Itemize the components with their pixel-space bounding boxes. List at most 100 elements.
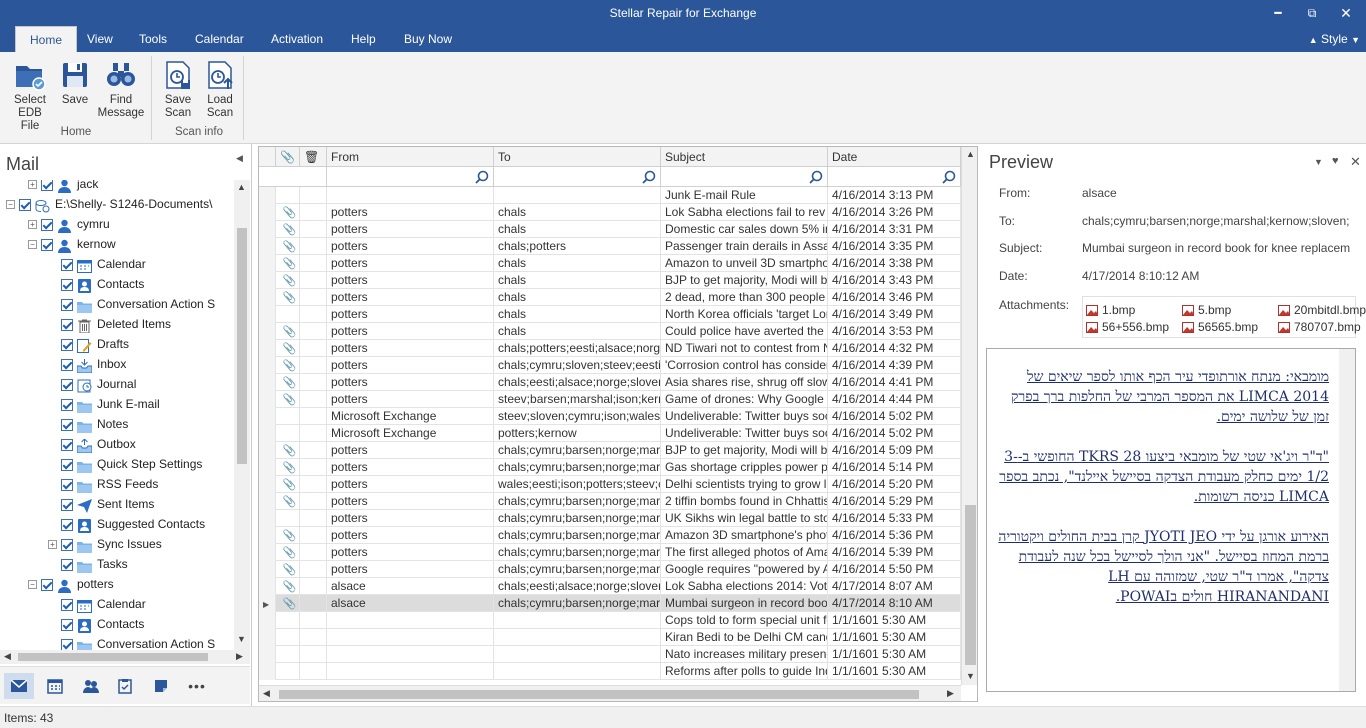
load-scan-button[interactable]: Load Scan: [202, 58, 238, 120]
table-row[interactable]: 📎 potters chals;eesti;alsace;norge;sloven;…: [259, 374, 961, 391]
scroll-right-arrow[interactable]: ▶: [947, 688, 954, 699]
tree-item[interactable]: + Sync Issues: [48, 534, 162, 554]
scroll-right-arrow[interactable]: ▶: [236, 651, 243, 662]
close-pane-icon[interactable]: ✕: [1350, 154, 1361, 170]
table-row[interactable]: 📎 potters chals BJP to get majority, Modi w…: [259, 272, 961, 289]
table-row[interactable]: 📎 potters chals;cymru;barsen;norge;mars...…: [259, 459, 961, 476]
table-row[interactable]: 📎 potters chals Lok Sabha elections fail to…: [259, 204, 961, 221]
folder-checkbox[interactable]: [61, 458, 73, 471]
contacts-module-button[interactable]: [76, 673, 106, 699]
column-header-date[interactable]: Date: [828, 147, 961, 167]
tree-item[interactable]: Junk E-mail: [48, 394, 160, 414]
mail-module-button[interactable]: [4, 673, 34, 699]
collapse-pane-icon[interactable]: ◀: [236, 153, 243, 164]
tree-item[interactable]: Contacts: [48, 274, 144, 294]
style-menu[interactable]: ▲ Style ▼: [1309, 26, 1360, 52]
folder-checkbox[interactable]: [61, 618, 73, 631]
table-row[interactable]: Junk E-mail Rule 4/16/2014 3:13 PM: [259, 187, 961, 204]
table-row[interactable]: 📎 potters chals Amazon to unveil 3D smartph…: [259, 255, 961, 272]
tree-item[interactable]: Conversation Action S: [48, 634, 215, 650]
folder-checkbox[interactable]: [61, 418, 73, 431]
tree-item[interactable]: − E:\Shelly- S1246-Documents\: [6, 194, 212, 214]
scroll-up-arrow[interactable]: ▲: [966, 149, 975, 159]
find-message-button[interactable]: Find Message: [96, 58, 146, 120]
scroll-thumb[interactable]: [18, 653, 208, 661]
table-row[interactable]: 📎 potters chals;potters;eesti;alsace;norge…: [259, 340, 961, 357]
date-filter-input[interactable]: [828, 167, 961, 187]
tree-vertical-scrollbar[interactable]: ▲ ▼: [234, 180, 250, 650]
folder-checkbox[interactable]: [61, 638, 73, 650]
folder-checkbox[interactable]: [61, 538, 73, 551]
folder-checkbox[interactable]: [61, 378, 73, 391]
tree-item[interactable]: − potters: [28, 574, 114, 594]
table-row[interactable]: 📎 potters chals;cymru;barsen;norge;mars...…: [259, 493, 961, 510]
tree-item[interactable]: Deleted Items: [48, 314, 171, 334]
tree-item[interactable]: Tasks: [48, 554, 128, 574]
folder-checkbox[interactable]: [61, 598, 73, 611]
minimize-button[interactable]: ━: [1268, 4, 1288, 22]
folder-checkbox[interactable]: [61, 558, 73, 571]
folder-checkbox[interactable]: [19, 198, 31, 211]
attachment-item[interactable]: 20mbitdl.bmp: [1278, 303, 1366, 317]
folder-checkbox[interactable]: [61, 278, 73, 291]
pane-options-icon[interactable]: ▼: [1314, 157, 1323, 167]
expand-toggle[interactable]: +: [48, 540, 57, 550]
to-filter-input[interactable]: [494, 167, 661, 187]
tree-item[interactable]: Inbox: [48, 354, 126, 374]
tree-item[interactable]: Contacts: [48, 614, 144, 634]
expand-toggle[interactable]: +: [28, 180, 37, 190]
from-filter-input[interactable]: [327, 167, 494, 187]
tree-item[interactable]: Quick Step Settings: [48, 454, 202, 474]
subject-filter-input[interactable]: [661, 167, 828, 187]
tree-item[interactable]: + jack: [28, 180, 98, 194]
table-row[interactable]: 📎 potters wales;eesti;ison;potters;steev;c…: [259, 476, 961, 493]
table-row[interactable]: Kiran Bedi to be Delhi CM candi... 1/1/16…: [259, 629, 961, 646]
folder-checkbox[interactable]: [41, 238, 53, 251]
tree-item[interactable]: Suggested Contacts: [48, 514, 205, 534]
folder-checkbox[interactable]: [61, 318, 73, 331]
column-header-to[interactable]: To: [494, 147, 661, 167]
tree-item[interactable]: Calendar: [48, 254, 146, 274]
tab-help[interactable]: Help: [337, 26, 390, 52]
folder-checkbox[interactable]: [61, 338, 73, 351]
table-row[interactable]: Microsoft Exchange steev;sloven;cymru;iso…: [259, 408, 961, 425]
table-row[interactable]: 📎 potters chals Domestic car sales down 5% …: [259, 221, 961, 238]
table-row[interactable]: potters chals;cymru;barsen;norge;mars... U…: [259, 510, 961, 527]
table-row[interactable]: Nato increases military presenc... 1/1/16…: [259, 646, 961, 663]
table-row[interactable]: 📎 potters chals 2 dead, more than 300 peopl…: [259, 289, 961, 306]
scroll-left-arrow[interactable]: ◀: [4, 651, 11, 662]
collapse-toggle[interactable]: −: [28, 580, 37, 590]
tree-item[interactable]: Drafts: [48, 334, 129, 354]
save-button[interactable]: Save: [58, 58, 92, 107]
attachment-item[interactable]: 1.bmp: [1086, 303, 1135, 317]
folder-checkbox[interactable]: [61, 258, 73, 271]
folder-checkbox[interactable]: [61, 298, 73, 311]
folder-checkbox[interactable]: [61, 518, 73, 531]
scroll-left-arrow[interactable]: ◀: [263, 688, 270, 699]
tab-calendar[interactable]: Calendar: [181, 26, 258, 52]
attachment-item[interactable]: 5.bmp: [1182, 303, 1231, 317]
tree-item[interactable]: RSS Feeds: [48, 474, 158, 494]
scroll-down-arrow[interactable]: ▼: [966, 671, 975, 681]
folder-checkbox[interactable]: [61, 438, 73, 451]
tree-item[interactable]: − kernow: [28, 234, 116, 254]
table-row[interactable]: 📎 potters chals;potters Passenger train der…: [259, 238, 961, 255]
folder-checkbox[interactable]: [41, 578, 53, 591]
tree-item[interactable]: Calendar: [48, 594, 146, 614]
attachment-item[interactable]: 56565.bmp: [1182, 320, 1258, 334]
table-row[interactable]: Microsoft Exchange potters;kernow Undelive…: [259, 425, 961, 442]
column-header-subject[interactable]: Subject: [661, 147, 828, 167]
table-row[interactable]: 📎 potters chals;cymru;barsen;norge;mars...…: [259, 561, 961, 578]
collapse-toggle[interactable]: −: [28, 240, 37, 250]
table-row[interactable]: 📎 potterschals;cymru;barsen;norge;marshal…: [259, 544, 961, 561]
tree-item[interactable]: Outbox: [48, 434, 136, 454]
tree-item[interactable]: Journal: [48, 374, 136, 394]
scroll-thumb[interactable]: [237, 228, 247, 464]
folder-checkbox[interactable]: [61, 498, 73, 511]
restore-button[interactable]: ⧉: [1302, 4, 1322, 22]
list-horizontal-scrollbar[interactable]: ◀ ▶: [259, 685, 961, 701]
close-window-button[interactable]: ✕: [1336, 4, 1356, 22]
pin-icon[interactable]: ♥: [1332, 155, 1339, 167]
expand-toggle[interactable]: +: [28, 220, 37, 230]
folder-checkbox[interactable]: [61, 398, 73, 411]
